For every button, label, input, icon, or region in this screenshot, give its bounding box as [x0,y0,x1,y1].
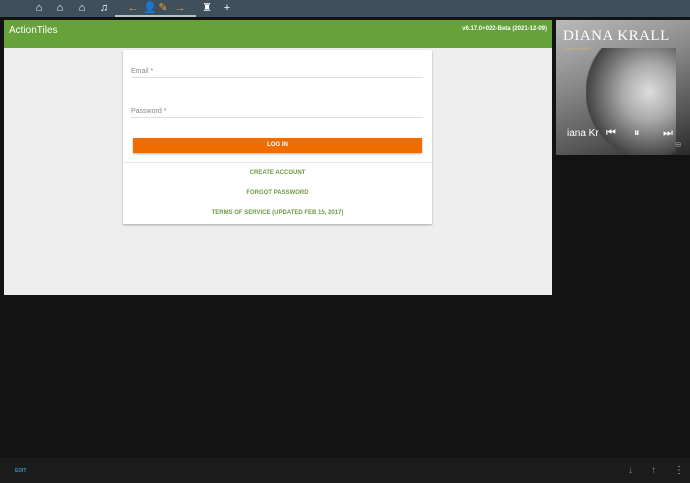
version-label: v6.17.0+022-Beta (2021-12-09) [462,26,547,32]
pencil-icon[interactable]: ✎ [155,1,171,15]
pause-icon[interactable]: ⏸ [634,127,640,140]
app-title: ActionTiles [9,25,58,36]
arrow-up-icon[interactable]: ↑ [651,465,656,476]
app-header: ActionTiles v6.17.0+022-Beta (2021-12-09… [4,20,552,48]
home-icon[interactable]: ⌂ [52,1,68,15]
track-title: iana Kr [567,128,599,139]
source-icon[interactable]: ⊖ [675,140,682,149]
terms-link[interactable]: TERMS OF SERVICE (UPDATED FEB 15, 2017) [123,210,432,216]
password-field[interactable]: Password * [131,108,423,118]
arrow-down-icon[interactable]: ↓ [628,465,633,476]
previous-track-icon[interactable]: ⏮ [606,127,616,140]
login-card: Email * Password * LOG IN CREATE ACCOUNT… [123,50,432,224]
media-tile[interactable]: DIANA KRALL LIVE IN PARIS iana Kr ⏮ ⏸ ⏭ … [556,20,690,155]
music-icon[interactable]: ♫ [96,1,112,15]
home-up-icon[interactable]: ⌂ [74,1,90,15]
album-art-title: LIVE IN PARIS [564,46,591,51]
active-tab-indicator [115,15,196,17]
top-nav-bar: ⌂ ⌂ ⌂ ♫ ← 👤 ✎ → ♜ + [0,0,690,17]
album-art-artist: DIANA KRALL [563,28,670,44]
divider [123,162,432,163]
plus-icon[interactable]: + [219,1,235,15]
forgot-password-link[interactable]: FORGOT PASSWORD [123,190,432,196]
bottom-bar: EDIT ↓ ↑ ⋮ [0,458,690,483]
edit-button[interactable]: EDIT [15,468,26,474]
login-button[interactable]: LOG IN [133,138,422,153]
next-track-icon[interactable]: ⏭ [663,127,673,140]
actiontiles-panel: ActionTiles v6.17.0+022-Beta (2021-12-09… [4,20,552,295]
house-outline-icon[interactable]: ⌂ [31,1,47,15]
arrow-right-icon[interactable]: → [172,1,188,15]
create-account-link[interactable]: CREATE ACCOUNT [123,170,432,176]
alarm-light-icon[interactable]: ♜ [199,1,215,15]
email-field[interactable]: Email * [131,68,423,78]
arrow-left-icon[interactable]: ← [125,1,141,15]
more-vert-icon[interactable]: ⋮ [674,465,684,476]
